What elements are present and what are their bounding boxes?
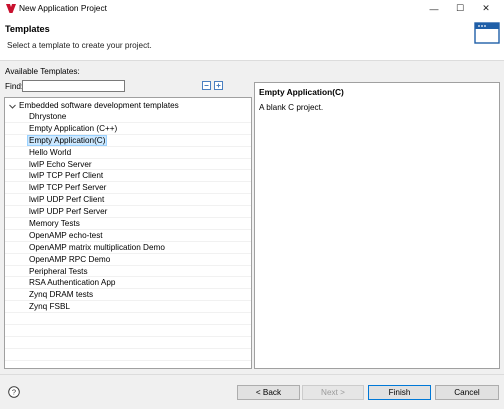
- tree-item[interactable]: lwIP TCP Perf Server: [5, 182, 251, 195]
- xilinx-logo-icon: [6, 4, 16, 13]
- tree-item[interactable]: Empty Application(C): [5, 134, 251, 147]
- tree-item-label: OpenAMP matrix multiplication Demo: [29, 242, 165, 252]
- find-label: Find:: [5, 82, 24, 91]
- tree-item-label: Memory Tests: [29, 219, 80, 229]
- template-detail-panel: Empty Application(C) A blank C project.: [254, 82, 500, 369]
- tree-item-label: RSA Authentication App: [29, 278, 116, 288]
- tree-item[interactable]: lwIP UDP Perf Client: [5, 194, 251, 207]
- tree-item-label: Zynq FSBL: [29, 302, 70, 312]
- close-button[interactable]: ✕: [474, 0, 498, 17]
- chevron-down-icon[interactable]: [8, 102, 17, 111]
- tree-item[interactable]: Empty Application (C++): [5, 123, 251, 135]
- template-list: Dhrystone Empty Application (C++) Empty Ap…: [5, 111, 251, 368]
- tree-item-label: lwIP Echo Server: [29, 159, 92, 169]
- help-glyph: ?: [12, 388, 16, 397]
- tree-item[interactable]: RSA Authentication App: [5, 277, 251, 290]
- finish-button[interactable]: Finish: [368, 385, 431, 400]
- window-icon: [474, 22, 500, 44]
- tree-item-label: OpenAMP RPC Demo: [29, 254, 111, 264]
- window-title: New Application Project: [19, 3, 107, 13]
- tree-item[interactable]: Hello World: [5, 147, 251, 159]
- footer-divider: [0, 374, 504, 375]
- tree-item-label: Empty Application (C++): [29, 123, 118, 133]
- tree-empty-row: [5, 337, 251, 349]
- template-detail-title: Empty Application(C): [259, 87, 344, 97]
- find-input[interactable]: [22, 80, 125, 92]
- tree-item[interactable]: Zynq DRAM tests: [5, 289, 251, 302]
- tree-item-label: Hello World: [29, 147, 72, 157]
- template-detail-description: A blank C project.: [259, 103, 324, 112]
- tree-item-label: Dhrystone: [29, 112, 67, 121]
- tree-item[interactable]: Peripheral Tests: [5, 266, 251, 278]
- tree-item-label: Peripheral Tests: [29, 266, 88, 276]
- tree-item[interactable]: OpenAMP echo-test: [5, 230, 251, 242]
- tree-item-label: Empty Application(C): [26, 134, 108, 146]
- tree-empty-row: [5, 313, 251, 326]
- tree-item-label: Zynq DRAM tests: [29, 290, 94, 300]
- tree-empty-row: [5, 361, 251, 368]
- tree-item[interactable]: OpenAMP RPC Demo: [5, 254, 251, 266]
- back-button[interactable]: < Back: [237, 385, 300, 400]
- tree-root-label: Embedded software development templates: [19, 101, 179, 110]
- tree-item[interactable]: Zynq FSBL: [5, 301, 251, 314]
- tree-empty-row: [5, 349, 251, 361]
- tree-item[interactable]: lwIP UDP Perf Server: [5, 206, 251, 219]
- maximize-button[interactable]: ☐: [448, 0, 472, 17]
- next-button[interactable]: Next >: [302, 385, 364, 400]
- tree-empty-row: [5, 325, 251, 337]
- tree-item-label: lwIP TCP Perf Client: [29, 171, 104, 181]
- help-icon[interactable]: ?: [8, 386, 20, 398]
- tree-item[interactable]: Memory Tests: [5, 218, 251, 230]
- tree-item-label: lwIP UDP Perf Client: [29, 195, 105, 205]
- tree-item[interactable]: lwIP Echo Server: [5, 159, 251, 171]
- page-description: Select a template to create your project…: [7, 41, 152, 50]
- collapse-all-icon[interactable]: [202, 81, 211, 90]
- page-title: Templates: [5, 24, 50, 34]
- templates-tree[interactable]: Embedded software development templates …: [4, 97, 252, 369]
- tree-item[interactable]: lwIP TCP Perf Client: [5, 170, 251, 183]
- tree-item-label: lwIP TCP Perf Server: [29, 183, 107, 193]
- tree-item-label: lwIP UDP Perf Server: [29, 207, 108, 217]
- title-bar: New Application Project — ☐ ✕: [0, 0, 504, 17]
- tree-item-label: OpenAMP echo-test: [29, 230, 103, 240]
- expand-all-icon[interactable]: [214, 81, 223, 90]
- available-templates-label: Available Templates:: [5, 67, 80, 76]
- cancel-button[interactable]: Cancel: [435, 385, 499, 400]
- wizard-banner: Templates Select a template to create yo…: [0, 17, 504, 61]
- tree-item[interactable]: Dhrystone: [5, 111, 251, 123]
- tree-item[interactable]: OpenAMP matrix multiplication Demo: [5, 242, 251, 254]
- minimize-button[interactable]: —: [422, 0, 446, 17]
